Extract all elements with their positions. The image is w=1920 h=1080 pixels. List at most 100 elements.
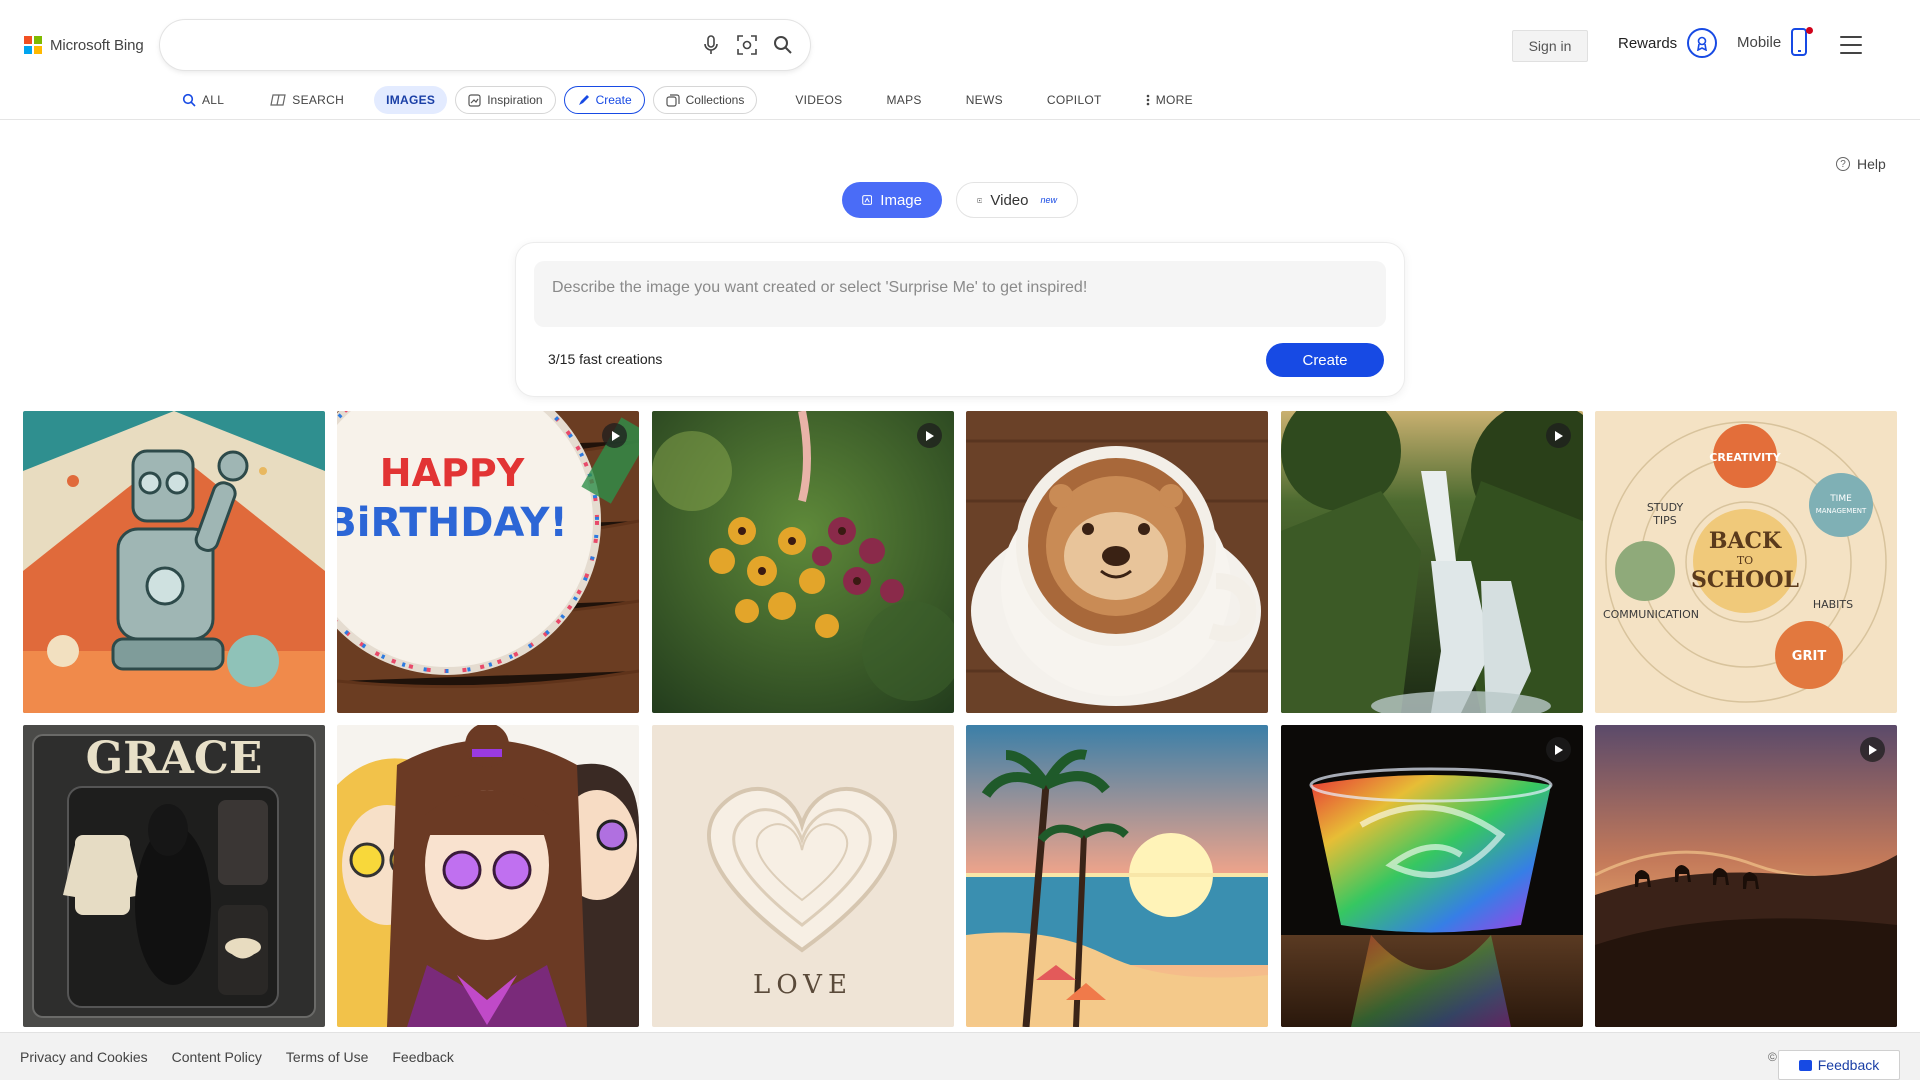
rewards-label: Rewards [1618,34,1678,52]
new-badge: new [1040,195,1057,205]
birthday-cake-image: HAPPY BiRTHDAY! [337,411,640,713]
desert-caravan-image [1594,725,1897,1027]
copyright-mark: © [1768,1050,1777,1064]
microsoft-logo-icon [24,36,42,54]
video-icon [977,197,983,203]
play-icon [1859,737,1885,762]
grace-text: GRACE [86,733,263,784]
help-label: Help [1857,156,1886,172]
mobile-button[interactable]: Mobile [1737,28,1808,56]
tab-copilot[interactable]: COPILOT [1035,86,1114,114]
nav-bar: ALL SEARCH IMAGES Inspiration Create Col… [170,86,1225,114]
tab-images-label: IMAGES [386,93,436,107]
gallery-tile-grace-dog[interactable]: GRACE [23,725,325,1027]
tab-news-label: NEWS [965,93,1003,107]
gallery-tile-anime-trio[interactable] [337,725,640,1027]
gallery-tile-pixel-beach[interactable] [966,725,1269,1027]
header: Microsoft Bing Sign in Rewards Mobile AL… [0,0,1920,120]
notification-dot [1806,27,1813,34]
video-mode-label: Video [990,191,1029,209]
tab-search[interactable]: SEARCH [258,86,356,114]
copilot-icon [270,94,286,106]
play-icon [1545,737,1571,762]
footer-link-content-policy[interactable]: Content Policy [172,1049,262,1065]
gallery-tile-otter-latte[interactable] [966,411,1269,713]
robot-image [23,411,325,713]
search-input[interactable] [180,30,660,60]
text-management: MANAGEMENT [1816,507,1867,515]
tab-images[interactable]: IMAGES [374,86,448,114]
text-school: SCHOOL [1691,567,1799,593]
text-tips: TIPS [1652,514,1677,527]
anime-trio-image [337,725,640,1027]
footer-link-terms[interactable]: Terms of Use [286,1049,368,1065]
tab-news[interactable]: NEWS [954,86,1015,114]
love-heart-image: LOVE [651,725,954,1027]
gallery-tile-flowers[interactable] [651,411,954,713]
inspiration-icon [468,93,481,107]
otter-latte-image [966,411,1269,713]
text-communication: COMMUNICATION [1603,608,1699,621]
tab-videos[interactable]: VIDEOS [783,86,854,114]
rewards-button[interactable]: Rewards [1618,28,1718,58]
gallery-tile-desert-caravan[interactable] [1594,725,1897,1027]
gallery-tile-robot[interactable] [23,411,325,713]
microphone-icon[interactable] [698,32,724,58]
footer-link-feedback[interactable]: Feedback [392,1049,453,1065]
tab-inspiration[interactable]: Inspiration [455,86,556,114]
gallery-tile-waterfall[interactable] [1280,411,1583,713]
hamburger-menu-icon[interactable] [1840,36,1862,54]
search-icon[interactable] [770,32,796,58]
tab-all-label: ALL [202,93,225,107]
gallery-tile-birthday-cake[interactable]: HAPPY BiRTHDAY! [337,411,640,713]
text-grit: GRIT [1792,649,1827,664]
love-text: LOVE [753,970,853,1000]
text-back: BACK [1709,528,1782,554]
play-icon [1545,423,1571,448]
phone-icon [1791,28,1808,56]
feedback-button[interactable]: Feedback [1778,1050,1900,1080]
mode-toggle: Image Video new [842,182,1078,218]
tab-collections[interactable]: Collections [652,86,758,114]
create-button[interactable]: Create [1266,343,1384,377]
image-mode-button[interactable]: Image [842,182,942,218]
tab-create-label: Create [595,93,632,107]
help-link[interactable]: ? Help [1836,156,1886,172]
tab-collections-label: Collections [685,93,745,107]
bing-logo[interactable]: Microsoft Bing [24,36,144,54]
sign-in-button[interactable]: Sign in [1512,30,1588,62]
tab-search-label: SEARCH [292,93,345,107]
cake-text-birthday: BiRTHDAY! [337,500,568,546]
tab-maps[interactable]: MAPS [874,86,933,114]
video-mode-button[interactable]: Video new [956,182,1078,218]
play-icon [916,423,942,448]
waterfall-image [1280,411,1583,713]
flowers-image [651,411,954,713]
inspiration-gallery: HAPPY BiRTHDAY! CREATIVITY STUDY TIPS TI… [23,411,1897,1027]
text-to: TO [1737,554,1753,567]
search-icon [182,93,196,107]
gallery-tile-love-heart[interactable]: LOVE [651,725,954,1027]
footer-link-privacy[interactable]: Privacy and Cookies [20,1049,148,1065]
tab-more[interactable]: MORE [1134,86,1205,114]
footer-links: Privacy and Cookies Content Policy Terms… [20,1049,454,1065]
text-creativity: CREATIVITY [1709,451,1781,464]
collections-icon [666,93,680,107]
text-time: TIME [1829,494,1852,504]
gallery-tile-rainbow-glass[interactable] [1280,725,1583,1027]
tab-create[interactable]: Create [563,86,645,114]
gallery-tile-back-to-school[interactable]: CREATIVITY STUDY TIPS TIME MANAGEMENT BA… [1594,411,1897,713]
grace-dog-image: GRACE [23,725,325,1027]
pixel-beach-image [966,725,1269,1027]
rewards-trophy-icon [1687,28,1718,58]
tab-copilot-label: COPILOT [1046,93,1102,107]
prompt-input[interactable] [534,261,1386,327]
back-to-school-image: CREATIVITY STUDY TIPS TIME MANAGEMENT BA… [1594,411,1897,713]
text-habits: HABITS [1813,598,1853,611]
tab-maps-label: MAPS [886,93,922,107]
rainbow-glass-image [1280,725,1583,1027]
tab-all[interactable]: ALL [170,86,236,114]
visual-search-icon[interactable] [734,32,760,58]
mobile-label: Mobile [1737,33,1782,51]
image-mode-label: Image [880,191,922,209]
